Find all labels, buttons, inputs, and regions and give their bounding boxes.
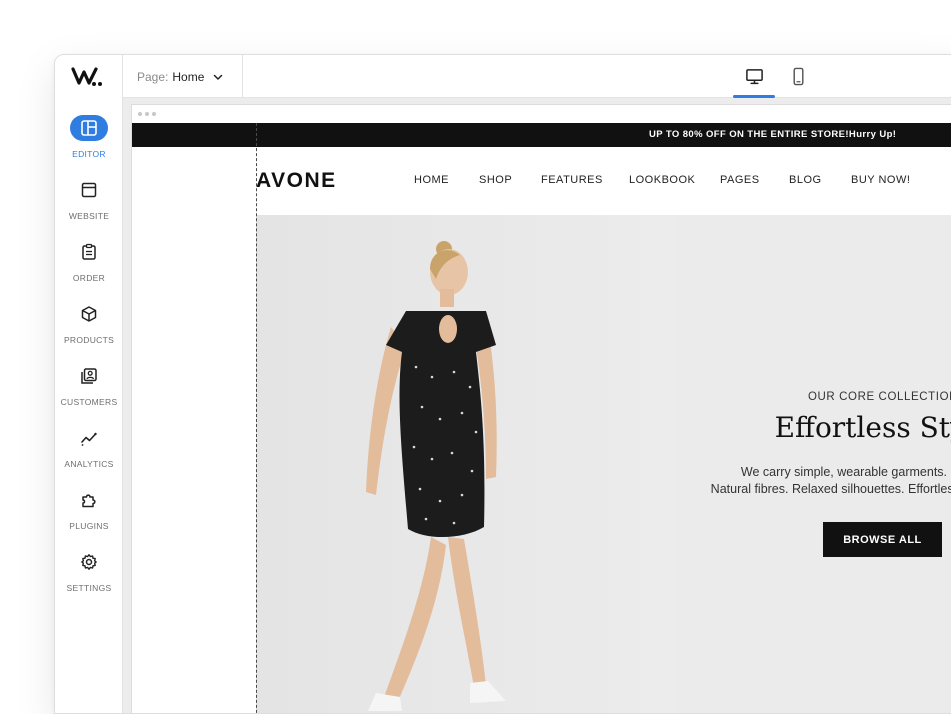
mobile-icon	[793, 67, 803, 86]
site-header: AVONE HOME SHOP FEATURES LOOKBOOK PAGES …	[132, 147, 951, 215]
nav-link-lookbook[interactable]: LOOKBOOK	[629, 174, 695, 186]
wix-logo-icon[interactable]	[69, 63, 109, 89]
browser-window-icon	[70, 177, 108, 203]
sidebar-item-plugins[interactable]: PLUGINS	[55, 487, 123, 537]
contacts-icon	[70, 363, 108, 389]
sidebar-item-settings[interactable]: SETTINGS	[55, 549, 123, 599]
page-selector-value: Home	[172, 69, 205, 84]
hero-model-image	[366, 241, 506, 711]
nav-link-home[interactable]: HOME	[414, 174, 449, 186]
sidebar-item-label: EDITOR	[72, 149, 106, 159]
promo-banner[interactable]: UP TO 80% OFF ON THE ENTIRE STORE!Hurry …	[132, 123, 951, 147]
mobile-view-button[interactable]	[777, 55, 819, 98]
page-selector-label: Page:	[137, 69, 169, 84]
desktop-view-button[interactable]	[733, 55, 775, 98]
nav-link-blog[interactable]: BLOG	[789, 174, 822, 186]
nav-link-features[interactable]: FEATURES	[541, 174, 603, 186]
sidebar-item-label: ANALYTICS	[64, 459, 114, 469]
sidebar-item-website[interactable]: WEBSITE	[55, 177, 123, 227]
chevron-down-icon	[214, 74, 223, 80]
topbar: Page: Home	[123, 55, 951, 98]
sidebar-item-customers[interactable]: CUSTOMERS	[55, 363, 123, 413]
layout-icon	[70, 115, 108, 141]
sidebar-item-order[interactable]: ORDER	[55, 239, 123, 289]
site-preview[interactable]: UP TO 80% OFF ON THE ENTIRE STORE!Hurry …	[131, 104, 951, 713]
page-selector[interactable]: Page: Home	[123, 55, 243, 98]
nav-link-pages[interactable]: PAGES	[720, 174, 760, 186]
editor-canvas[interactable]: UP TO 80% OFF ON THE ENTIRE STORE!Hurry …	[123, 98, 951, 713]
hero-description: We carry simple, wearable garments. Neut…	[676, 464, 951, 498]
sidebar-item-label: WEBSITE	[68, 211, 110, 221]
hero-description-line: We carry simple, wearable garments. Neut…	[740, 465, 951, 479]
hero-eyebrow: OUR CORE COLLECTION	[807, 391, 951, 403]
hero-description-line: Natural fibres. Relaxed silhouettes. Eff…	[710, 482, 951, 496]
browse-all-button[interactable]: BROWSE ALL	[823, 522, 942, 557]
box-icon	[70, 301, 108, 327]
stage: EDITOR WEBSITE ORDER PRODUCTS CUSTOMERS …	[0, 0, 951, 714]
hero-section[interactable]: OUR CORE COLLECTION Effortless Style We …	[256, 215, 951, 713]
trend-chart-icon	[70, 425, 108, 451]
sidebar-item-products[interactable]: PRODUCTS	[55, 301, 123, 351]
sidebar-item-editor[interactable]: EDITOR	[55, 115, 123, 165]
sidebar-item-label: SETTINGS	[66, 583, 112, 593]
layout-guide-line	[256, 123, 257, 713]
editor-window: EDITOR WEBSITE ORDER PRODUCTS CUSTOMERS …	[54, 54, 951, 714]
gear-icon	[70, 549, 108, 575]
sidebar: EDITOR WEBSITE ORDER PRODUCTS CUSTOMERS …	[55, 55, 123, 713]
window-dots	[138, 112, 156, 116]
hero-title: Effortless Style	[774, 411, 951, 444]
site-logo[interactable]: AVONE	[256, 169, 337, 193]
sidebar-item-label: ORDER	[72, 273, 106, 283]
clipboard-icon	[70, 239, 108, 265]
promo-text: UP TO 80% OFF ON THE ENTIRE STORE!Hurry …	[649, 129, 897, 140]
nav-link-shop[interactable]: SHOP	[479, 174, 512, 186]
sidebar-item-label: PLUGINS	[69, 521, 109, 531]
nav-link-buy-now[interactable]: BUY NOW!	[851, 174, 910, 186]
sidebar-item-label: CUSTOMERS	[60, 397, 118, 407]
sidebar-item-analytics[interactable]: ANALYTICS	[55, 425, 123, 475]
puzzle-icon	[70, 487, 108, 513]
sidebar-item-label: PRODUCTS	[63, 335, 115, 345]
desktop-icon	[745, 69, 763, 85]
